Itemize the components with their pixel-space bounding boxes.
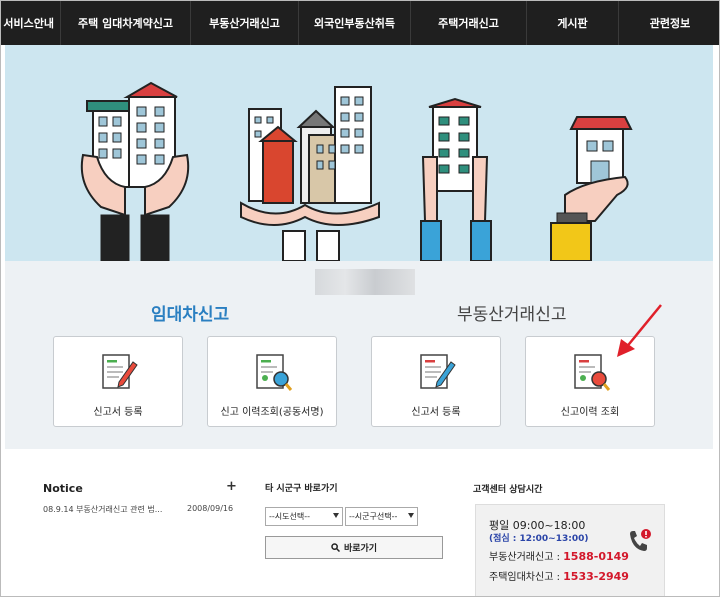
sigungu-select[interactable]: --시군구선택-- bbox=[345, 507, 418, 526]
notice-item-title[interactable]: 08.9.14 부동산거래신고 관련 법... bbox=[43, 504, 162, 515]
building-illustration-1 bbox=[80, 81, 190, 261]
lease-phone-number: 1533-2949 bbox=[563, 570, 629, 583]
chevron-down-icon bbox=[408, 513, 414, 518]
shortcut-title: 타 시군구 바로가기 bbox=[265, 484, 338, 494]
form-pencil-icon bbox=[102, 354, 138, 389]
realestate-history-label: 신고이력 조회 bbox=[560, 407, 620, 418]
page-frame: 서비스안내 주택 임대차계약신고 부동산거래신고 외국인부동산취득 주택거래신고… bbox=[0, 0, 720, 597]
form-search-icon bbox=[574, 354, 611, 391]
lease-register-label: 신고서 등록 bbox=[93, 407, 143, 418]
sido-select[interactable]: --시도선택-- bbox=[265, 507, 343, 526]
customer-center-lunch: (점심 : 12:00~13:00) bbox=[489, 534, 589, 544]
chevron-down-icon bbox=[333, 513, 339, 518]
top-nav: 서비스안내 주택 임대차계약신고 부동산거래신고 외국인부동산취득 주택거래신고… bbox=[1, 1, 719, 45]
annotation-arrow-icon bbox=[617, 304, 662, 357]
building-illustration-3 bbox=[420, 97, 492, 261]
nav-item-housing-report[interactable]: 주택거래신고 bbox=[411, 1, 527, 45]
realestate-phone-line: 부동산거래신고 : 1588-0149 bbox=[489, 548, 629, 563]
form-pencil-icon bbox=[420, 354, 456, 389]
realestate-section-title: 부동산거래신고 bbox=[457, 305, 567, 325]
go-button-label: 바로가기 bbox=[343, 544, 378, 554]
realestate-phone-label: 부동산거래신고 : bbox=[489, 552, 564, 563]
nav-item-lease-report[interactable]: 주택 임대차계약신고 bbox=[61, 1, 191, 45]
go-button[interactable]: 바로가기 bbox=[265, 536, 443, 559]
notice-title: Notice bbox=[43, 482, 83, 495]
form-search-icon bbox=[256, 354, 293, 391]
lease-phone-label: 주택임대차신고 : bbox=[489, 572, 564, 583]
notice-item-date: 2008/09/16 bbox=[187, 504, 234, 513]
nav-item-service[interactable]: 서비스안내 bbox=[1, 1, 61, 45]
notice-more-button[interactable]: + bbox=[226, 479, 237, 494]
blurred-banner bbox=[315, 269, 415, 295]
lease-history-label: 신고 이력조회(공동서명) bbox=[220, 407, 324, 418]
sido-select-value: --시도선택-- bbox=[269, 512, 310, 521]
hero-banner bbox=[5, 45, 713, 261]
lease-section-title: 임대차신고 bbox=[151, 305, 230, 325]
sigungu-select-value: --시군구선택-- bbox=[349, 512, 398, 521]
nav-item-foreigner-acquisition[interactable]: 외국인부동산취득 bbox=[299, 1, 411, 45]
realestate-register-card[interactable]: 신고서 등록 bbox=[371, 336, 501, 427]
lease-phone-line: 주택임대차신고 : 1533-2949 bbox=[489, 568, 629, 583]
search-icon bbox=[331, 543, 340, 552]
nav-item-board[interactable]: 게시판 bbox=[527, 1, 619, 45]
building-illustration-4 bbox=[550, 116, 633, 261]
nav-item-realestate-report[interactable]: 부동산거래신고 bbox=[191, 1, 299, 45]
hero-illustration bbox=[80, 81, 633, 261]
customer-center-title: 고객센터 상담시간 bbox=[473, 485, 543, 495]
realestate-phone-number: 1588-0149 bbox=[563, 550, 629, 563]
lease-history-card[interactable]: 신고 이력조회(공동서명) bbox=[207, 336, 337, 427]
phone-icon bbox=[630, 529, 651, 551]
nav-item-related-info[interactable]: 관련정보 bbox=[619, 1, 719, 45]
realestate-register-label: 신고서 등록 bbox=[411, 407, 461, 418]
lease-register-card[interactable]: 신고서 등록 bbox=[53, 336, 183, 427]
building-illustration-2 bbox=[240, 86, 380, 261]
